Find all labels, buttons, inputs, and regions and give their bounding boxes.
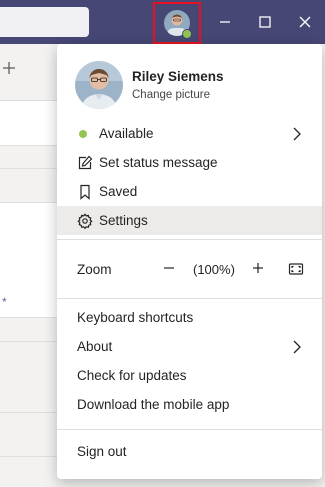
title-bar [0, 0, 325, 44]
set-status-label: Set status message [99, 155, 218, 170]
background-app-pane: * [0, 44, 60, 487]
chevron-right-icon [292, 340, 302, 354]
user-name: Riley Siemens [132, 69, 224, 84]
list-item[interactable] [0, 202, 60, 318]
sign-out-item[interactable]: Sign out [57, 437, 322, 466]
zoom-in-button[interactable] [250, 258, 266, 278]
divider [0, 145, 60, 146]
divider [0, 412, 60, 413]
gear-icon [77, 212, 93, 229]
divider [0, 456, 60, 457]
profile-picture[interactable] [75, 61, 123, 109]
about-label: About [77, 339, 113, 354]
saved-item[interactable]: Saved [57, 177, 322, 206]
zoom-value: (100%) [193, 262, 235, 277]
keyboard-shortcuts-label: Keyboard shortcuts [77, 310, 194, 325]
saved-label: Saved [99, 184, 138, 199]
divider [0, 341, 60, 342]
menu-divider [57, 429, 322, 430]
search-box[interactable] [0, 7, 89, 37]
presence-available-icon [182, 29, 192, 39]
keyboard-shortcuts-item[interactable]: Keyboard shortcuts [57, 303, 322, 332]
check-updates-label: Check for updates [77, 368, 187, 383]
list-item[interactable] [0, 101, 60, 145]
zoom-out-button[interactable] [161, 258, 177, 278]
asterisk-icon: * [2, 295, 7, 309]
menu-divider [57, 298, 322, 299]
download-mobile-label: Download the mobile app [77, 397, 230, 412]
check-for-updates-item[interactable]: Check for updates [57, 361, 322, 390]
profile-menu: Riley Siemens Change picture Available S… [57, 44, 322, 479]
status-label: Available [99, 126, 154, 141]
chevron-right-icon [292, 127, 302, 141]
menu-divider [57, 239, 322, 240]
zoom-label: Zoom [77, 262, 112, 277]
bookmark-icon [77, 184, 93, 200]
status-item-available[interactable]: Available [57, 119, 322, 148]
fullscreen-icon[interactable] [288, 261, 304, 277]
add-icon[interactable] [2, 61, 20, 79]
change-picture-link[interactable]: Change picture [132, 89, 210, 101]
maximize-button[interactable] [255, 12, 275, 32]
divider [0, 168, 60, 169]
sign-out-label: Sign out [77, 444, 127, 459]
settings-label: Settings [99, 213, 148, 228]
settings-item[interactable]: Settings [57, 206, 322, 235]
profile-avatar-button[interactable] [153, 2, 201, 44]
set-status-message-item[interactable]: Set status message [57, 148, 322, 177]
zoom-row: Zoom (100%) [57, 254, 322, 284]
about-item[interactable]: About [57, 332, 322, 361]
minimize-button[interactable] [215, 12, 235, 32]
download-mobile-app-item[interactable]: Download the mobile app [57, 390, 322, 419]
edit-status-icon [77, 155, 93, 171]
close-button[interactable] [295, 12, 315, 32]
status-available-icon [79, 129, 87, 138]
